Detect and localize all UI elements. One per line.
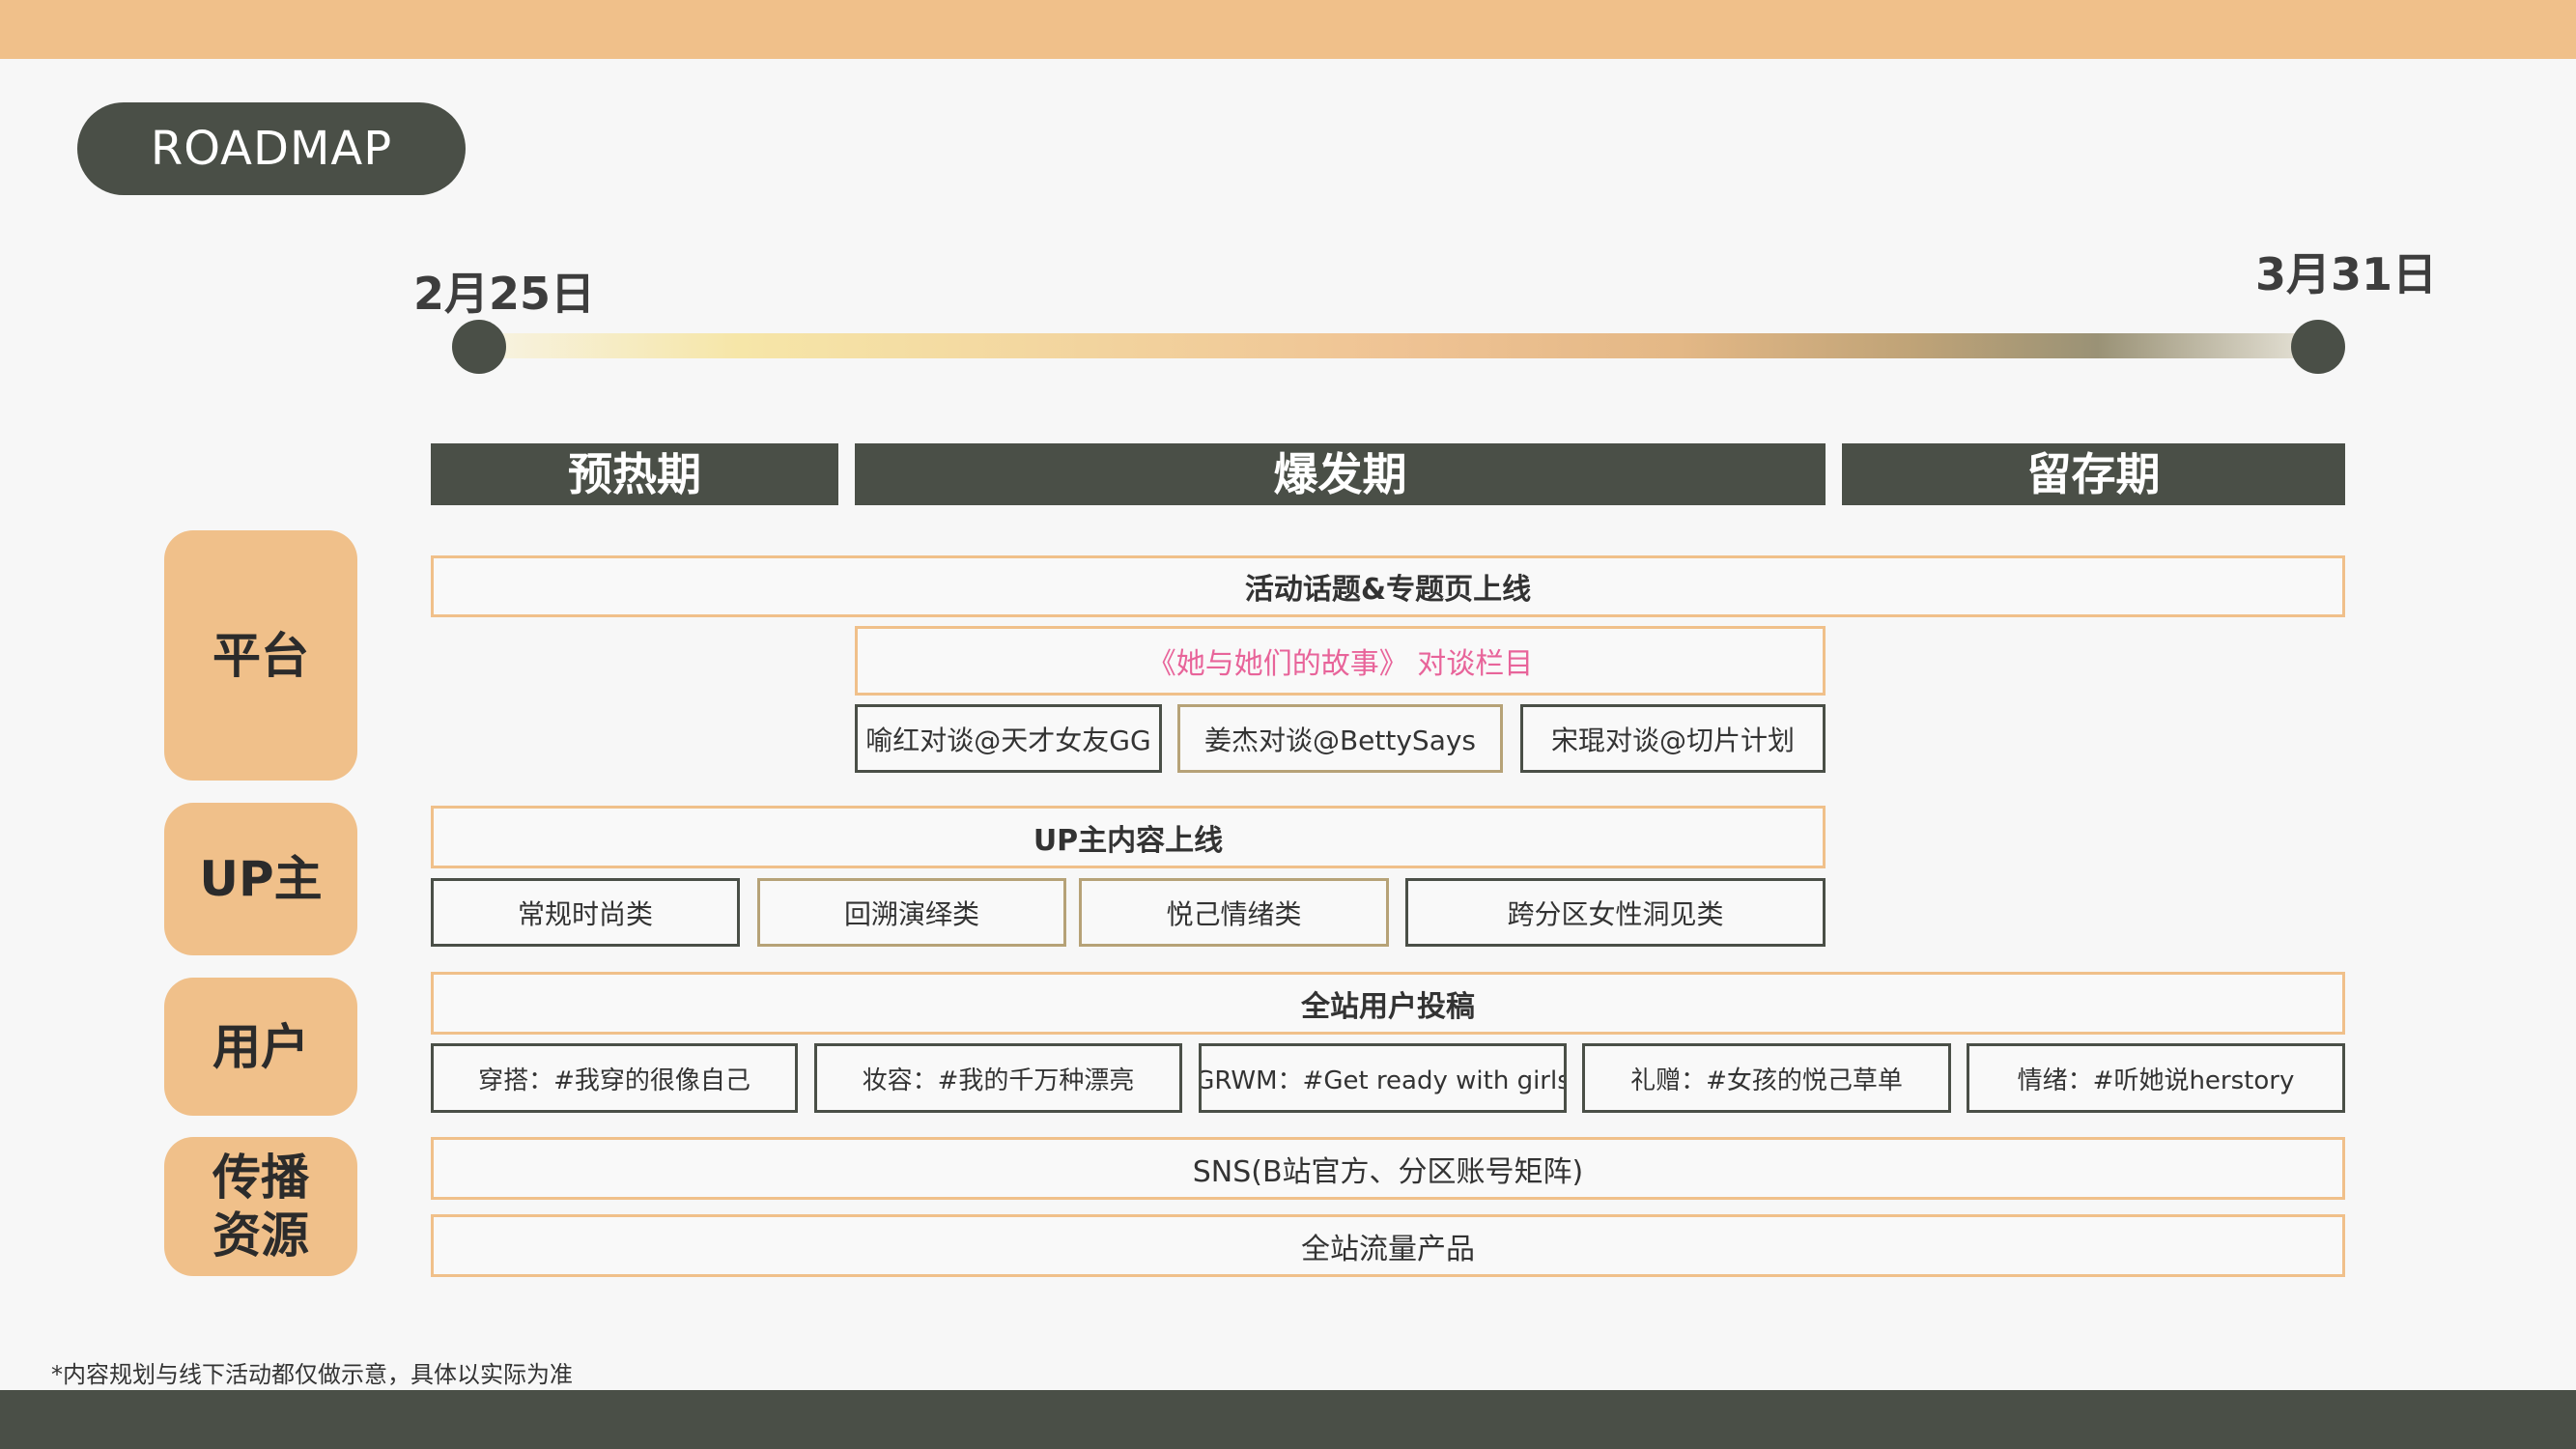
timeline-start-date: 2月25日 <box>413 268 596 320</box>
phase-warmup: 预热期 <box>431 443 838 505</box>
up-category-box: 跨分区女性洞见类 <box>1405 878 1826 947</box>
phase-burst: 爆发期 <box>855 443 1826 505</box>
up-category-box: 悦己情绪类 <box>1079 878 1389 947</box>
page-title: ROADMAP <box>77 102 466 195</box>
timeline-end-date: 3月31日 <box>2255 248 2438 300</box>
row-label-user: 用户 <box>164 978 357 1116</box>
row-label-up: UP主 <box>164 803 357 955</box>
user-topic-box: 礼赠：#女孩的悦己草单 <box>1582 1043 1951 1113</box>
up-category-box: 回溯演绎类 <box>757 878 1066 947</box>
up-category-box: 常规时尚类 <box>431 878 740 947</box>
user-topic-box: 妆容：#我的千万种漂亮 <box>814 1043 1182 1113</box>
row-label-platform: 平台 <box>164 530 357 781</box>
spread-traffic-box: 全站流量产品 <box>431 1214 2345 1277</box>
timeline-end-dot <box>2291 320 2345 374</box>
user-topic-box: GRWM：#Get ready with girls <box>1199 1043 1567 1113</box>
user-main-box: 全站用户投稿 <box>431 972 2345 1035</box>
top-band <box>0 0 2576 59</box>
platform-talk-box: 喻红对谈@天才女友GG <box>855 704 1162 773</box>
timeline-start-dot <box>452 320 506 374</box>
platform-column-box: 《她与她们的故事》 对谈栏目 <box>855 626 1826 696</box>
user-topic-box: 情绪：#听她说herstory <box>1967 1043 2345 1113</box>
spread-sns-box: SNS(B站官方、分区账号矩阵) <box>431 1137 2345 1200</box>
footnote: *内容规划与线下活动都仅做示意，具体以实际为准 <box>51 1361 573 1388</box>
platform-talk-box: 姜杰对谈@BettySays <box>1177 704 1503 773</box>
platform-talk-box: 宋琨对谈@切片计划 <box>1520 704 1826 773</box>
bottom-band <box>0 1390 2576 1449</box>
row-label-spread: 传播 资源 <box>164 1137 357 1276</box>
timeline-bar <box>480 333 2318 358</box>
platform-main-box: 活动话题&专题页上线 <box>431 555 2345 617</box>
phase-retention: 留存期 <box>1842 443 2345 505</box>
user-topic-box: 穿搭：#我穿的很像自己 <box>431 1043 798 1113</box>
up-main-box: UP主内容上线 <box>431 806 1826 868</box>
